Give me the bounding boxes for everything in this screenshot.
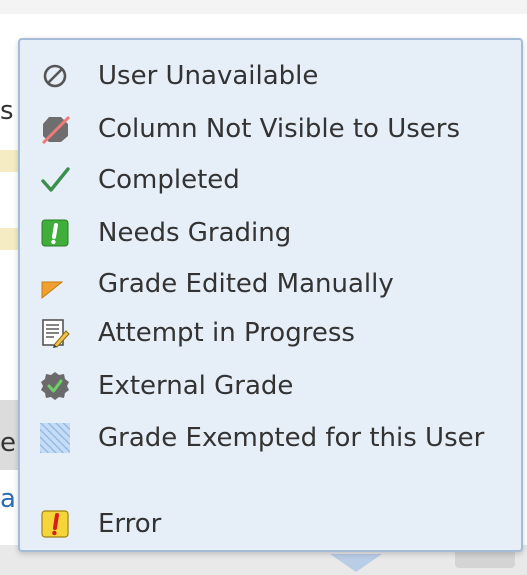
checkmark-icon	[40, 165, 70, 195]
legend-item-label: Completed	[98, 165, 240, 195]
background-text-fragment: e	[0, 428, 16, 458]
legend-item-label: User Unavailable	[98, 61, 319, 91]
legend-item-label: External Grade	[98, 371, 294, 401]
icon-legend-popup: User Unavailable Column Not Visible to U…	[18, 38, 523, 552]
background-text-fragment: s	[0, 96, 14, 126]
column-hidden-icon	[40, 114, 70, 144]
grade-edited-flag-icon	[40, 272, 70, 302]
legend-item-label: Column Not Visible to Users	[98, 114, 461, 144]
legend-item-label: Needs Grading	[98, 218, 292, 248]
legend-item-label: Error	[98, 509, 162, 539]
background-link-fragment[interactable]: a	[0, 484, 16, 514]
legend-item-label: Attempt in Progress	[98, 318, 355, 348]
user-unavailable-icon	[40, 61, 70, 91]
needs-grading-icon	[40, 218, 70, 248]
legend-item-label: Grade Edited Manually	[98, 269, 394, 299]
page-background-top	[0, 0, 527, 14]
grade-exempted-icon	[40, 423, 70, 453]
error-icon	[40, 509, 70, 539]
external-grade-icon	[40, 371, 70, 401]
legend-item-label: Grade Exempted for this User	[98, 423, 485, 453]
popup-pointer	[330, 554, 382, 572]
attempt-in-progress-icon	[40, 318, 70, 348]
